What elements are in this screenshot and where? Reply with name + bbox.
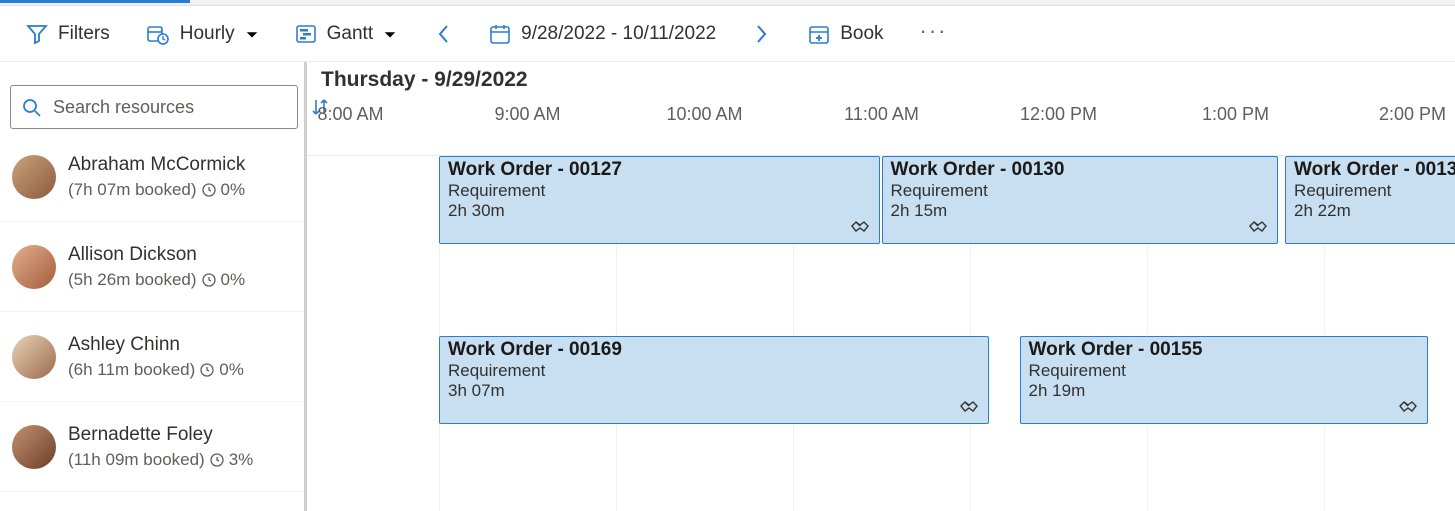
chevron-left-icon: [435, 24, 451, 44]
booking-block[interactable]: Work Order - 00155 Requirement 2h 19m: [1020, 336, 1429, 424]
date-range-picker[interactable]: 9/28/2022 - 10/11/2022: [485, 14, 720, 54]
booking-subtitle: Requirement: [448, 361, 980, 381]
gantt-dropdown[interactable]: Gantt: [291, 14, 401, 54]
chevron-down-icon: [245, 27, 259, 41]
avatar: [12, 155, 56, 199]
booking-duration: 2h 15m: [891, 201, 1269, 221]
filters-label: Filters: [58, 23, 110, 45]
time-slot: 1:00 PM: [1147, 100, 1324, 155]
resource-row[interactable]: Bernadette Foley (11h 09m booked) 3%: [0, 402, 304, 492]
resource-name: Abraham McCormick: [68, 154, 245, 176]
resource-name: Ashley Chinn: [68, 334, 244, 356]
booking-subtitle: Requirement: [448, 181, 871, 201]
calendar-icon: [489, 23, 511, 45]
toolbar: Filters Hourly Gantt 9/28/2022 - 10/11/2…: [0, 6, 1455, 62]
resource-pane: Abraham McCormick (7h 07m booked) 0% All…: [0, 62, 307, 511]
hourly-label: Hourly: [180, 23, 235, 45]
time-slot: 8:00 AM: [307, 100, 439, 155]
window-top-strip: [0, 0, 1455, 6]
resource-subtitle: (5h 26m booked) 0%: [68, 270, 245, 290]
booking-block[interactable]: Work Order - 00127 Requirement 2h 30m: [439, 156, 880, 244]
booking-block[interactable]: Work Order - 00169 Requirement 3h 07m: [439, 336, 989, 424]
filter-icon: [26, 23, 48, 45]
date-header: Thursday - 9/29/2022: [307, 62, 1455, 100]
clock-icon: [201, 272, 217, 288]
time-slot: 9:00 AM: [439, 100, 616, 155]
prev-range-button[interactable]: [429, 14, 457, 54]
time-slot: 12:00 PM: [970, 100, 1147, 155]
filters-button[interactable]: Filters: [22, 14, 114, 54]
resource-row[interactable]: Ashley Chinn (6h 11m booked) 0%: [0, 312, 304, 402]
time-slot: 10:00 AM: [616, 100, 793, 155]
search-input[interactable]: [51, 96, 287, 119]
clock-icon: [201, 182, 217, 198]
chevron-right-icon: [754, 24, 770, 44]
booking-duration: 2h 22m: [1294, 201, 1455, 221]
handshake-icon: [958, 395, 980, 417]
schedule-lane[interactable]: Work Order - 00127 Requirement 2h 30m Wo…: [307, 156, 1455, 246]
booking-title: Work Order - 00155: [1029, 339, 1420, 361]
booking-duration: 2h 30m: [448, 201, 871, 221]
avatar: [12, 425, 56, 469]
avatar: [12, 335, 56, 379]
booking-title: Work Order - 00169: [448, 339, 980, 361]
chevron-down-icon: [383, 27, 397, 41]
booking-duration: 2h 19m: [1029, 381, 1420, 401]
resource-row[interactable]: Abraham McCormick (7h 07m booked) 0%: [0, 132, 304, 222]
time-ruler: 8:00 AM9:00 AM10:00 AM11:00 AM12:00 PM1:…: [307, 100, 1455, 156]
search-box[interactable]: [10, 85, 298, 129]
resource-subtitle: (7h 07m booked) 0%: [68, 180, 245, 200]
resource-subtitle: (6h 11m booked) 0%: [68, 360, 244, 380]
booking-title: Work Order - 00127: [448, 159, 871, 181]
resource-name: Bernadette Foley: [68, 424, 253, 446]
booking-title: Work Order - 00133: [1294, 159, 1455, 181]
handshake-icon: [849, 215, 871, 237]
booking-subtitle: Requirement: [891, 181, 1269, 201]
handshake-icon: [1247, 215, 1269, 237]
book-button[interactable]: Book: [804, 14, 887, 54]
clock-calendar-icon: [146, 23, 170, 45]
schedule-lane[interactable]: Work Order - 00169 Requirement 3h 07m Wo…: [307, 336, 1455, 426]
gantt-label: Gantt: [327, 23, 373, 45]
resource-row[interactable]: Allison Dickson (5h 26m booked) 0%: [0, 222, 304, 312]
date-range-label: 9/28/2022 - 10/11/2022: [521, 23, 716, 45]
booking-block[interactable]: Work Order - 00130 Requirement 2h 15m: [882, 156, 1278, 244]
search-icon: [21, 97, 41, 117]
booking-duration: 3h 07m: [448, 381, 980, 401]
book-label: Book: [840, 23, 883, 45]
hourly-dropdown[interactable]: Hourly: [142, 14, 263, 54]
time-slot: 11:00 AM: [793, 100, 970, 155]
booking-title: Work Order - 00130: [891, 159, 1269, 181]
next-range-button[interactable]: [748, 14, 776, 54]
resource-subtitle: (11h 09m booked) 3%: [68, 450, 253, 470]
time-slot: 2:00 PM: [1324, 100, 1455, 155]
more-button[interactable]: ···: [916, 14, 952, 54]
schedule-board: Thursday - 9/29/2022 8:00 AM9:00 AM10:00…: [307, 62, 1455, 511]
clock-icon: [199, 362, 215, 378]
booking-subtitle: Requirement: [1294, 181, 1455, 201]
book-icon: [808, 23, 830, 45]
more-icon: ···: [920, 18, 948, 44]
booking-subtitle: Requirement: [1029, 361, 1420, 381]
avatar: [12, 245, 56, 289]
clock-icon: [209, 452, 225, 468]
resource-name: Allison Dickson: [68, 244, 245, 266]
booking-block[interactable]: Work Order - 00133 Requirement 2h 22m: [1285, 156, 1455, 244]
gantt-icon: [295, 23, 317, 45]
handshake-icon: [1397, 395, 1419, 417]
